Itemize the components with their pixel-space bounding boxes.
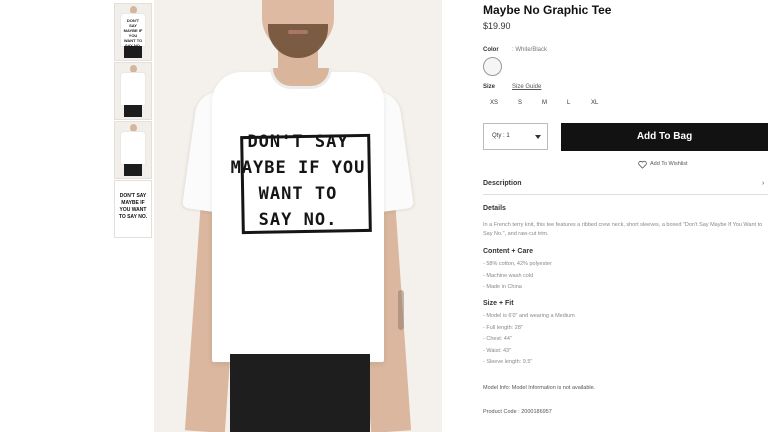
product-price: $19.90	[483, 21, 511, 31]
quantity-select[interactable]: Qty : 1	[483, 123, 548, 150]
size-fit-list: - Model is 6'0" and wearing a Medium - F…	[483, 311, 575, 369]
description-header[interactable]: Description	[483, 180, 522, 187]
size-option-xs[interactable]: XS	[490, 100, 498, 106]
model-info: Model Info: Model Information is not ava…	[483, 385, 596, 391]
size-fit-heading: Size + Fit	[483, 300, 514, 307]
list-item: - Sleeve length: 9.5"	[483, 359, 533, 365]
thumbnail-side[interactable]	[114, 62, 152, 120]
thumbnail-back[interactable]	[114, 121, 152, 179]
list-item: - Made in China	[483, 284, 522, 290]
arm-tattoo	[398, 290, 404, 330]
main-product-image[interactable]: DON'T SAY MAYBE IF YOU WANT TO SAY NO.	[154, 0, 442, 432]
content-care-list: - 58% cotton, 42% polyester - Machine wa…	[483, 259, 552, 294]
product-panel: Maybe No Graphic Tee $19.90 Color : Whit…	[483, 0, 768, 432]
tee-print-line: MAYBE IF YOU	[230, 158, 366, 178]
tee-print-line: WANT TO	[258, 184, 338, 204]
list-item: - Full length: 28"	[483, 324, 523, 331]
tee-print-line: SAY NO.	[258, 210, 338, 230]
product-code: Product Code : 2000186957	[483, 409, 552, 415]
list-item: - Waist: 43"	[483, 347, 512, 354]
quantity-value: Qty : 1	[492, 133, 510, 139]
size-option-l[interactable]: L	[567, 100, 570, 106]
size-label: Size	[483, 84, 496, 90]
color-swatch-white[interactable]	[483, 57, 502, 76]
details-heading: Details	[483, 205, 506, 212]
heart-icon	[638, 160, 647, 169]
thumbnail-front[interactable]: DON'T SAY MAYBE IF YOU WANT TO SAY NO.	[114, 3, 152, 61]
add-to-bag-button[interactable]: Add To Bag	[561, 123, 768, 151]
list-item: - 58% cotton, 42% polyester	[483, 261, 552, 267]
caret-down-icon	[535, 135, 541, 139]
divider	[483, 194, 768, 195]
content-care-heading: Content + Care	[483, 248, 533, 255]
thumbnail-detail[interactable]: DON'T SAY MAYBE IF YOU WANT TO SAY NO.	[114, 180, 152, 238]
wishlist-label: Add To Wishlist	[650, 161, 688, 167]
size-guide-link[interactable]: Size Guide	[512, 84, 541, 90]
chevron-icon[interactable]: ›	[762, 180, 764, 187]
size-option-xl[interactable]: XL	[591, 100, 598, 106]
details-text: In a French terry knit, this tee feature…	[483, 222, 763, 237]
color-label: Color	[483, 47, 499, 53]
product-title: Maybe No Graphic Tee	[483, 3, 612, 17]
color-value: : White/Black	[512, 47, 548, 53]
thumbnail-print-text: DON'T SAY MAYBE IF YOU WANT TO SAY NO.	[123, 18, 143, 48]
thumbnail-detail-text: DON'T SAY MAYBE IF YOU WANT TO SAY NO.	[118, 193, 148, 220]
list-item: - Model is 6'0" and wearing a Medium	[483, 313, 575, 319]
model-pants	[230, 354, 370, 432]
size-option-s[interactable]: S	[518, 100, 522, 106]
list-item: - Chest: 44"	[483, 336, 512, 342]
tee-print-line: DON'T SAY	[247, 132, 349, 152]
size-option-m[interactable]: M	[542, 100, 547, 106]
list-item: - Machine wash cold	[483, 272, 534, 279]
